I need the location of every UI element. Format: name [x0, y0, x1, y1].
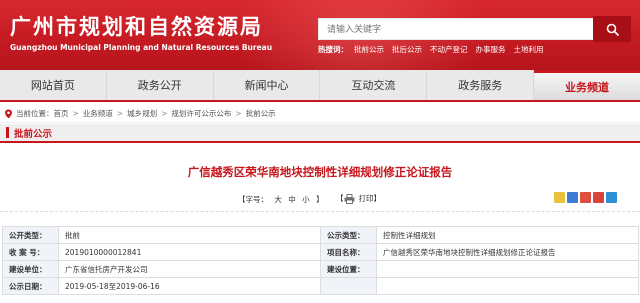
print-bracket-left: 【 — [336, 194, 344, 203]
font-size-small[interactable]: 小 — [302, 195, 310, 204]
breadcrumb: 当前位置： 首页 > 业务频道 > 城乡规划 > 规划许可公示公布 > 批前公示 — [0, 105, 640, 123]
section-title: 批前公示 — [14, 128, 53, 140]
article-tools: 【字号： 大 中 小 】 【 打印 】 — [0, 192, 640, 208]
section-header: 批前公示 — [0, 124, 640, 143]
main-nav: 网站首页 政务公开 新闻中心 互动交流 政务服务 业务频道 — [0, 70, 640, 102]
info-value — [376, 260, 639, 278]
info-label: 项目名称： — [320, 243, 377, 261]
hotword-link[interactable]: 批前公示 — [354, 44, 384, 55]
qq-icon[interactable] — [580, 192, 591, 203]
divider — [0, 211, 640, 212]
breadcrumb-prefix: 当前位置： — [16, 109, 54, 118]
font-size-control: 【字号： 大 中 小 】 — [236, 194, 326, 205]
renren-icon[interactable] — [606, 192, 617, 203]
search-icon — [606, 23, 619, 36]
nav-item-services[interactable]: 政务服务 — [427, 70, 535, 100]
hotword-link[interactable]: 土地利用 — [514, 44, 544, 55]
hotword-link[interactable]: 批后公示 — [392, 44, 422, 55]
info-value: 批前 — [58, 226, 321, 244]
nav-item-home[interactable]: 网站首页 — [0, 70, 107, 100]
tencent-weibo-icon[interactable] — [567, 192, 578, 203]
breadcrumb-item[interactable]: 批前公示 — [246, 108, 276, 119]
font-size-label: 【字号： — [238, 195, 268, 204]
site-subtitle: Guangzhou Municipal Planning and Natural… — [10, 43, 273, 52]
breadcrumb-separator: > — [235, 109, 242, 118]
article-title: 广信越秀区荣华南地块控制性详细规划修正论证报告 — [187, 165, 453, 179]
breadcrumb-item[interactable]: 业务频道 — [83, 108, 113, 119]
info-label: 公示类型： — [320, 226, 377, 244]
breadcrumb-separator: > — [72, 109, 79, 118]
nav-item-interaction[interactable]: 互动交流 — [320, 70, 428, 100]
nav-item-business[interactable]: 业务频道 — [534, 70, 640, 100]
info-value: 广东省信托房产开发公司 — [58, 260, 321, 278]
info-value: 控制性详细规划 — [376, 226, 639, 244]
breadcrumb-item[interactable]: 城乡规划 — [127, 108, 157, 119]
site-title[interactable]: 广州市规划和自然资源局 — [10, 11, 263, 41]
info-label: 公开类型： — [2, 226, 59, 244]
breadcrumb-item[interactable]: 规划许可公示公布 — [171, 108, 231, 119]
print-bracket-right: 】 — [373, 194, 382, 203]
info-label: 建设单位： — [2, 260, 59, 278]
info-label: 建设位置： — [320, 260, 377, 278]
table-row: 建设单位： 广东省信托房产开发公司 建设位置： — [2, 260, 639, 278]
font-size-medium[interactable]: 中 — [288, 195, 296, 204]
info-value — [376, 277, 639, 295]
hotword-link[interactable]: 办事服务 — [476, 44, 506, 55]
site-header: 广州市规划和自然资源局 Guangzhou Municipal Planning… — [0, 0, 640, 70]
breadcrumb-item[interactable]: 首页 — [54, 108, 69, 119]
hotwords-bar: 热搜词： 批前公示 批后公示 不动产登记 办事服务 土地利用 — [318, 44, 548, 55]
print-label: 打印 — [358, 194, 374, 203]
section-marker — [6, 127, 9, 138]
font-size-bracket: 】 — [316, 195, 324, 204]
table-row: 公开类型： 批前 公示类型： 控制性详细规划 — [2, 226, 639, 244]
share-bar — [554, 192, 619, 203]
info-label: 收 案 号： — [2, 243, 59, 261]
info-value: 广信越秀区荣华南地块控制性详细规划修正论证报告 — [376, 243, 639, 261]
print-button[interactable]: 【 打印 】 — [336, 193, 381, 204]
table-row: 收 案 号： 2019010000012841 项目名称： 广信越秀区荣华南地块… — [2, 243, 639, 261]
printer-icon — [344, 193, 354, 204]
info-label: 公示日期： — [2, 277, 59, 295]
nav-item-gov-affairs[interactable]: 政务公开 — [107, 70, 214, 100]
hotword-link[interactable]: 不动产登记 — [430, 44, 468, 55]
font-size-large[interactable]: 大 — [274, 195, 282, 204]
search-input[interactable] — [318, 18, 594, 40]
info-table: 公开类型： 批前 公示类型： 控制性详细规划 收 案 号： 2019010000… — [2, 226, 639, 295]
breadcrumb-separator: > — [116, 109, 124, 118]
info-label — [320, 277, 377, 295]
location-pin-icon — [5, 109, 12, 118]
sina-weibo-icon[interactable] — [593, 192, 604, 203]
info-value: 2019-05-18至2019-06-16 — [58, 277, 321, 295]
search-button[interactable] — [593, 16, 631, 42]
nav-item-news[interactable]: 新闻中心 — [214, 70, 321, 100]
breadcrumb-separator: > — [161, 109, 168, 118]
hotwords-label: 热搜词： — [318, 45, 348, 54]
table-row: 公示日期： 2019-05-18至2019-06-16 — [2, 277, 639, 295]
info-value: 2019010000012841 — [58, 243, 321, 261]
qzone-icon[interactable] — [554, 192, 565, 203]
